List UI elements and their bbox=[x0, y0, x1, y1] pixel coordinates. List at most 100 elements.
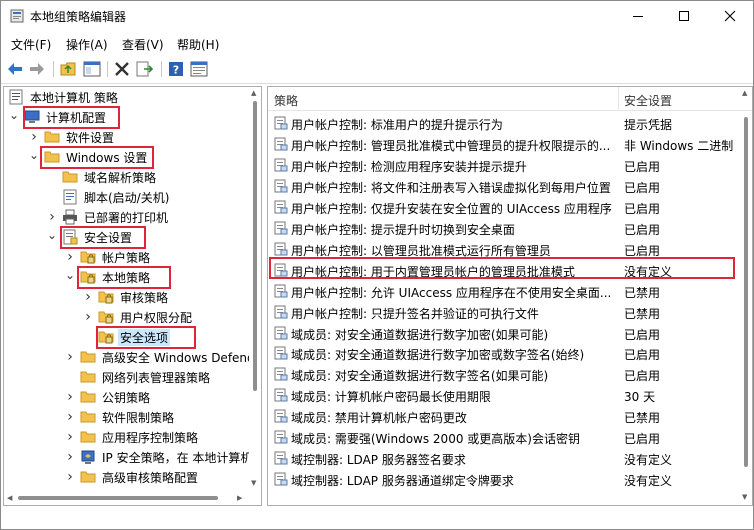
tree-item[interactable]: 域名解析策略 bbox=[46, 167, 158, 187]
chevron-right-icon[interactable]: › bbox=[28, 129, 40, 145]
chevron-right-icon[interactable]: › bbox=[64, 449, 76, 465]
close-button[interactable] bbox=[707, 1, 753, 31]
chevron-right-icon[interactable]: › bbox=[64, 469, 76, 485]
policy-setting-icon bbox=[274, 388, 288, 402]
tree-item[interactable]: 网络列表管理器策略 bbox=[64, 367, 212, 387]
chevron-down-icon[interactable]: ⌄ bbox=[46, 228, 58, 242]
tree-item[interactable]: › 已部署的打印机 bbox=[46, 207, 170, 227]
computer-icon bbox=[24, 109, 40, 125]
tree-item[interactable]: › 帐户策略 bbox=[64, 247, 152, 267]
tree-item[interactable]: › IP 安全策略，在 本地计算机 bbox=[64, 447, 254, 467]
maximize-button[interactable] bbox=[661, 1, 707, 31]
policy-row[interactable]: 用户帐户控制: 用于内置管理员帐户的管理员批准模式 没有定义 bbox=[268, 260, 740, 281]
tree-item[interactable]: 本地计算机 策略 bbox=[8, 87, 120, 107]
chevron-right-icon[interactable]: › bbox=[64, 249, 76, 265]
toolbar-separator bbox=[161, 61, 162, 77]
folder-icon bbox=[80, 349, 96, 365]
scroll-up-arrow-icon[interactable]: ▲ bbox=[251, 89, 256, 97]
policy-row[interactable]: 用户帐户控制: 标准用户的提升提示行为 提示凭据 bbox=[268, 113, 740, 134]
chevron-right-icon[interactable]: › bbox=[82, 289, 94, 305]
policy-row[interactable]: 用户帐户控制: 提示提升时切换到安全桌面 已启用 bbox=[268, 218, 740, 239]
export-list-button[interactable] bbox=[135, 59, 155, 79]
chevron-down-icon[interactable]: ⌄ bbox=[64, 268, 76, 282]
console-tree[interactable]: 本地计算机 策略 ⌄ 计算机配置 › 软件设置 ⌄ Windows 设置 域名解析策略 脚本(启… bbox=[3, 86, 262, 506]
policy-row[interactable]: 域成员: 需要强(Windows 2000 或更高版本)会话密钥 已启用 bbox=[268, 427, 740, 448]
properties-button[interactable] bbox=[189, 59, 209, 79]
policy-row[interactable]: 用户帐户控制: 将文件和注册表写入错误虚拟化到每用户位置 已启用 bbox=[268, 176, 740, 197]
chevron-right-icon[interactable]: › bbox=[64, 349, 76, 365]
chevron-right-icon[interactable]: › bbox=[82, 309, 94, 325]
policy-row[interactable]: 用户帐户控制: 允许 UIAccess 应用程序在不使用安全桌面... 已禁用 bbox=[268, 281, 740, 302]
tree-item[interactable]: › 软件设置 bbox=[28, 127, 116, 147]
policy-name: 用户帐户控制: 用于内置管理员帐户的管理员批准模式 bbox=[291, 264, 575, 279]
policy-row[interactable]: 域成员: 禁用计算机帐户密码更改 已禁用 bbox=[268, 406, 740, 427]
tree-item[interactable]: 安全选项 bbox=[82, 327, 171, 347]
tree-vertical-scroll-thumb[interactable] bbox=[253, 101, 257, 391]
tree-item[interactable]: ⌄ 本地策略 bbox=[64, 267, 152, 287]
policy-row[interactable]: 域控制器: LDAP 服务器通道绑定令牌要求 没有定义 bbox=[268, 469, 740, 490]
policy-list-pane[interactable]: 策略 安全设置 用户帐户控制: 标准用户的提升提示行为 提示凭据 用户帐户控制: 管… bbox=[267, 86, 753, 506]
tree-item[interactable]: › 高级审核策略配置 bbox=[64, 467, 200, 487]
tree-horizontal-scroll-thumb[interactable] bbox=[18, 496, 218, 500]
menu-action[interactable]: 操作(A) bbox=[66, 36, 108, 53]
tree-item[interactable]: ⌄ 安全设置 bbox=[46, 227, 134, 247]
up-one-level-button[interactable] bbox=[59, 59, 79, 79]
chevron-right-icon[interactable]: › bbox=[46, 209, 58, 225]
policy-row[interactable]: 域成员: 计算机帐户密码最长使用期限 30 天 bbox=[268, 385, 740, 406]
list-vertical-scroll-thumb[interactable] bbox=[744, 117, 748, 467]
tree-item[interactable]: 脚本(启动/关机) bbox=[46, 187, 171, 207]
folder-icon bbox=[44, 129, 60, 145]
policy-row[interactable]: 域成员: 对安全通道数据进行数字加密(如果可能) 已启用 bbox=[268, 323, 740, 344]
group-policy-editor-window: 本地组策略编辑器 文件(F) 操作(A) 查看(V) 帮助(H) ? 本地计算机… bbox=[0, 0, 754, 530]
tree-item[interactable]: › 软件限制策略 bbox=[64, 407, 176, 427]
chevron-down-icon[interactable]: ⌄ bbox=[8, 108, 20, 122]
policy-name: 用户帐户控制: 只提升签名并验证的可执行文件 bbox=[291, 306, 539, 321]
policy-row[interactable]: 域控制器: LDAP 服务器签名要求 没有定义 bbox=[268, 448, 740, 469]
tree-item[interactable]: › 公钥策略 bbox=[64, 387, 152, 407]
scroll-left-arrow-icon[interactable]: ◀ bbox=[7, 494, 12, 502]
policy-row[interactable]: 用户帐户控制: 管理员批准模式中管理员的提升权限提示的... 非 Windows … bbox=[268, 134, 740, 155]
policy-row[interactable]: 用户帐户控制: 只提升签名并验证的可执行文件 已禁用 bbox=[268, 302, 740, 323]
tree-item[interactable]: › 审核策略 bbox=[82, 287, 170, 307]
tree-item-label: 安全设置 bbox=[84, 230, 133, 245]
back-arrow-icon bbox=[8, 63, 22, 75]
tree-item-label: 计算机配置 bbox=[46, 110, 107, 125]
back-button[interactable] bbox=[5, 59, 25, 79]
column-header-policy[interactable]: 策略 bbox=[274, 92, 298, 109]
policy-row[interactable]: 用户帐户控制: 仅提升安装在安全位置的 UIAccess 应用程序 已启用 bbox=[268, 197, 740, 218]
tree-item[interactable]: › 用户权限分配 bbox=[82, 307, 194, 327]
tree-item[interactable]: ⌄ 计算机配置 bbox=[8, 107, 108, 127]
policy-name: 用户帐户控制: 以管理员批准模式运行所有管理员 bbox=[291, 243, 551, 258]
policy-row[interactable]: 域成员: 对安全通道数据进行数字加密或数字签名(始终) 已启用 bbox=[268, 343, 740, 364]
status-bar bbox=[1, 508, 753, 529]
policy-row[interactable]: 用户帐户控制: 以管理员批准模式运行所有管理员 已启用 bbox=[268, 239, 740, 260]
policy-row[interactable]: 用户帐户控制: 检测应用程序安装并提示提升 已启用 bbox=[268, 155, 740, 176]
security-setting-value: 已启用 bbox=[624, 180, 661, 195]
policy-row[interactable]: 域成员: 对安全通道数据进行数字签名(如果可能) 已启用 bbox=[268, 364, 740, 385]
list-vertical-scrollbar[interactable]: ▲ ▼ bbox=[740, 87, 752, 505]
menu-help[interactable]: 帮助(H) bbox=[177, 36, 219, 53]
menu-view[interactable]: 查看(V) bbox=[122, 36, 164, 53]
column-divider[interactable] bbox=[618, 87, 619, 111]
tree-item[interactable]: › 应用程序控制策略 bbox=[64, 427, 200, 447]
chevron-right-icon[interactable]: › bbox=[64, 389, 76, 405]
scroll-up-arrow-icon[interactable]: ▲ bbox=[742, 89, 747, 97]
tree-item[interactable]: › 高级安全 Windows Defender 防火墙 bbox=[64, 347, 261, 367]
menu-file[interactable]: 文件(F) bbox=[11, 36, 51, 53]
scroll-right-arrow-icon[interactable]: ▶ bbox=[237, 494, 242, 502]
scroll-down-arrow-icon[interactable]: ▼ bbox=[742, 493, 747, 501]
chevron-right-icon[interactable]: › bbox=[64, 409, 76, 425]
tree-vertical-scrollbar[interactable]: ▲ ▼ bbox=[249, 87, 261, 491]
tree-horizontal-scrollbar[interactable]: ◀ ▶ bbox=[4, 491, 249, 505]
forward-button[interactable] bbox=[27, 59, 47, 79]
delete-button[interactable] bbox=[112, 59, 132, 79]
chevron-right-icon[interactable]: › bbox=[64, 429, 76, 445]
column-header-security-setting[interactable]: 安全设置 bbox=[624, 92, 672, 109]
scroll-down-arrow-icon[interactable]: ▼ bbox=[251, 479, 256, 487]
help-button[interactable]: ? bbox=[166, 59, 186, 79]
tree-item[interactable]: ⌄ Windows 设置 bbox=[28, 147, 149, 167]
chevron-down-icon[interactable]: ⌄ bbox=[28, 148, 40, 162]
minimize-button[interactable] bbox=[615, 1, 661, 31]
show-hide-tree-button[interactable] bbox=[82, 59, 102, 79]
